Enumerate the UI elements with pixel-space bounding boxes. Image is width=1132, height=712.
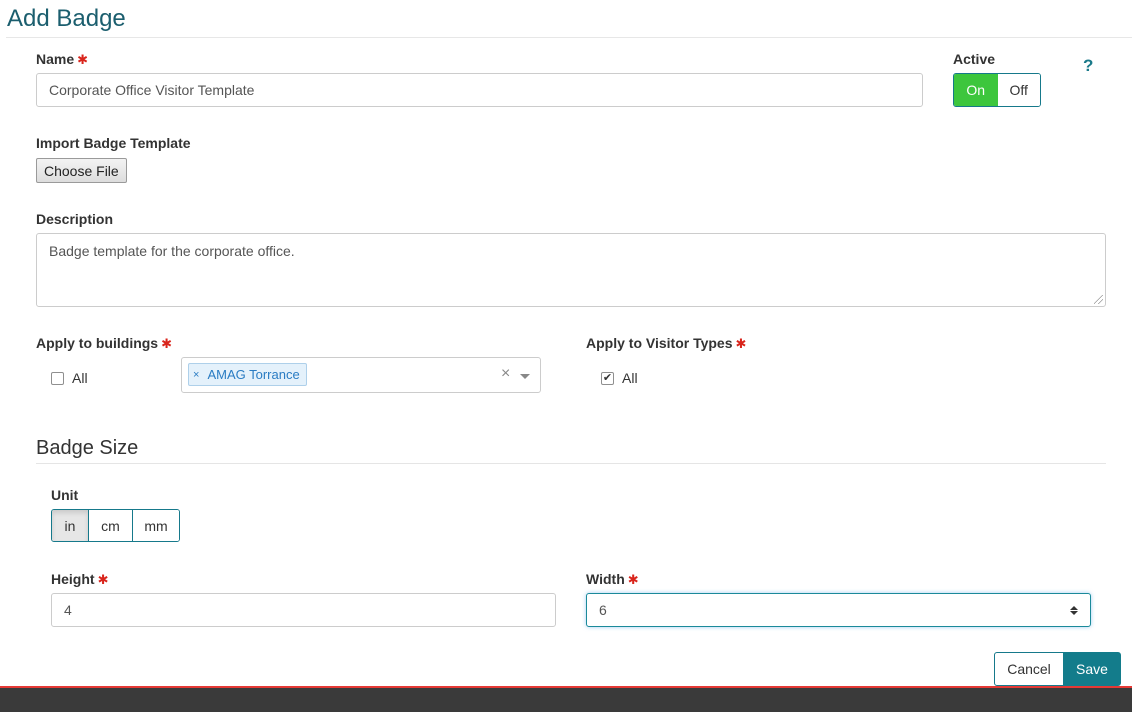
visitor-types-all-label: All [622,370,638,386]
footer-bar [0,686,1132,712]
check-icon: ✔ [602,371,613,384]
buildings-all-label: All [72,370,88,386]
cancel-button[interactable]: Cancel [994,652,1064,686]
number-spinner-icon[interactable] [1070,605,1078,615]
height-value: 4 [64,602,72,618]
height-input[interactable]: 4 [51,593,556,627]
unit-in-button[interactable]: in [52,510,89,541]
width-label-text: Width [586,571,625,587]
save-button[interactable]: Save [1063,652,1121,686]
choose-file-button[interactable]: Choose File [36,158,127,183]
badge-size-title: Badge Size [36,437,139,459]
active-off-button[interactable]: Off [997,74,1040,106]
width-label: Width ✱ [586,571,639,588]
unit-label: Unit [51,487,79,503]
buildings-all-checkbox[interactable] [51,371,64,385]
visitor-types-label: Apply to Visitor Types ✱ [586,335,746,352]
resize-grip-icon[interactable] [1094,295,1103,304]
description-label: Description [36,211,114,227]
tag-remove-icon[interactable]: × [193,369,199,381]
name-label-text: Name [36,51,75,67]
width-input[interactable]: 6 [586,593,1091,627]
active-on-button[interactable]: On [954,74,998,106]
building-tag-label: AMAG Torrance [207,367,300,382]
buildings-all-option[interactable]: All [51,370,88,386]
chevron-down-icon[interactable] [520,374,530,379]
page-title: Add Badge [7,5,126,32]
buildings-multiselect[interactable]: × AMAG Torrance × [181,357,541,393]
spin-down-icon[interactable] [1070,610,1078,615]
unit-cm-button[interactable]: cm [89,510,133,541]
visitor-types-all-checkbox[interactable]: ✔ [601,371,614,385]
description-textarea[interactable]: Badge template for the corporate office. [36,233,1106,307]
height-label-text: Height [51,571,95,587]
name-input[interactable]: Corporate Office Visitor Template [36,73,923,107]
section-divider [36,463,1106,464]
name-label: Name ✱ [36,51,88,68]
spin-up-icon[interactable] [1070,605,1078,610]
buildings-label: Apply to buildings ✱ [36,335,172,352]
height-label: Height ✱ [51,571,108,588]
visitor-types-label-text: Apply to Visitor Types [586,335,733,351]
help-icon[interactable]: ? [1083,56,1093,76]
active-label: Active [953,51,996,67]
width-value: 6 [599,602,607,618]
active-toggle: On Off [953,73,1041,107]
unit-selector: in cm mm [51,509,180,542]
required-icon: ✱ [735,336,747,351]
required-icon: ✱ [161,336,173,351]
description-value: Badge template for the corporate office. [49,243,295,259]
building-tag: × AMAG Torrance [188,363,307,386]
name-input-value: Corporate Office Visitor Template [49,82,255,98]
title-divider [6,37,1132,38]
import-template-label: Import Badge Template [36,135,191,151]
unit-mm-button[interactable]: mm [133,510,179,541]
visitor-types-all-option[interactable]: ✔ All [601,370,638,386]
required-icon: ✱ [627,572,639,587]
required-icon: ✱ [77,52,89,67]
clear-selection-icon[interactable]: × [501,365,510,383]
required-icon: ✱ [97,572,109,587]
buildings-label-text: Apply to buildings [36,335,159,351]
